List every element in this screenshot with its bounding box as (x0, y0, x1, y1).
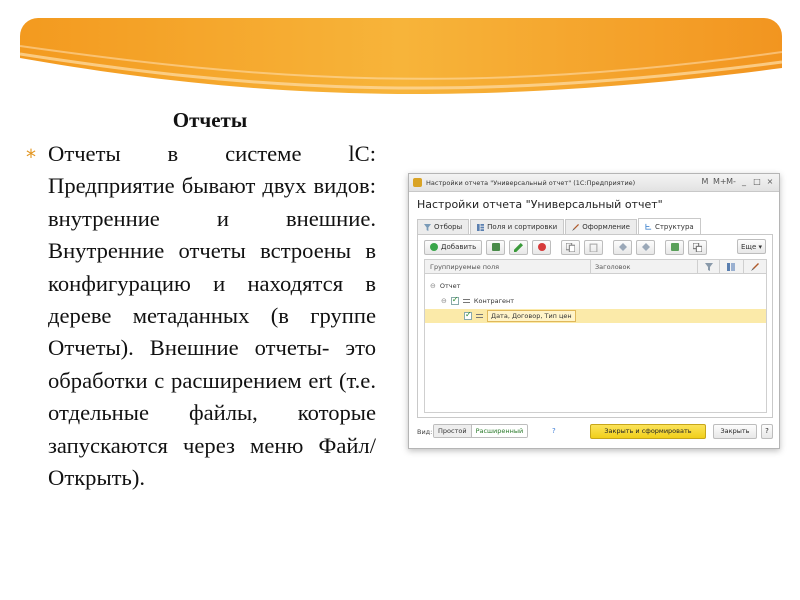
columns-icon (477, 223, 485, 231)
grouping-icon (462, 299, 470, 303)
add-button-label: Добавить (441, 243, 477, 251)
tab-fields-sorting[interactable]: Поля и сортировки (470, 219, 565, 234)
move-down-button[interactable] (636, 239, 656, 255)
tab-structure[interactable]: Структура (637, 218, 701, 234)
collapse-toggle-icon[interactable]: ⊖ (441, 297, 447, 305)
group-button[interactable] (486, 239, 506, 255)
col-heading-header[interactable]: Заголовок (595, 263, 630, 271)
edit-button[interactable] (509, 239, 529, 255)
tab-appearance[interactable]: Оформление (565, 219, 637, 234)
paste-button[interactable] (584, 239, 604, 255)
row-checkbox[interactable] (464, 310, 472, 320)
window-titlebar: Настройки отчета "Универсальный отчет" (… (409, 174, 779, 192)
maximize-icon[interactable]: □ (752, 177, 762, 187)
tab-filters[interactable]: Отборы (417, 219, 470, 234)
delete-button[interactable] (532, 239, 552, 255)
structure-toolbar: Добавить (424, 239, 708, 255)
col-grouping-header[interactable]: Группируемые поля (430, 263, 499, 271)
collapse-toggle-icon[interactable]: ⊖ (430, 282, 436, 290)
pencil-icon (514, 242, 524, 252)
col-divider (719, 260, 720, 273)
delete-icon (537, 243, 546, 251)
tab-filters-label: Отборы (434, 223, 463, 231)
view-help-link[interactable]: ? (552, 427, 556, 435)
app-logo-icon (413, 178, 422, 187)
tree-row-fields[interactable]: Дата, Договор, Тип цен (425, 309, 766, 323)
expand-icon (670, 243, 679, 251)
tab-appearance-label: Оформление (582, 223, 630, 231)
add-button[interactable]: Добавить (424, 239, 483, 255)
header-banner (20, 18, 782, 104)
close-and-generate-button[interactable]: Закрыть и сформировать (590, 424, 706, 439)
structure-icon (645, 223, 652, 230)
col-divider (590, 260, 591, 273)
filter-icon[interactable] (705, 263, 713, 271)
report-settings-window: Настройки отчета "Универсальный отчет" (… (408, 173, 780, 449)
group-icon (491, 243, 500, 251)
view-label: Вид: (417, 428, 433, 436)
bullet-star-icon: * (26, 145, 36, 169)
row-checkbox[interactable] (450, 295, 459, 305)
collapse-button[interactable] (688, 239, 708, 255)
move-up-button[interactable] (613, 239, 633, 255)
memory-icon[interactable]: M (700, 177, 710, 187)
dialog-footer: Вид: Простой Расширенный ? Закрыть и сфо… (417, 424, 773, 440)
close-icon[interactable]: × (765, 177, 775, 187)
slide-body-text: Отчеты в системе lC: Предприятие бывают … (48, 141, 376, 491)
view-simple-option[interactable]: Простой (434, 425, 471, 437)
structure-grid: Группируемые поля Заголовок ⊖ Отчет ⊖ Ко… (424, 259, 767, 413)
tree-row-label: Отчет (439, 282, 461, 290)
brush-icon[interactable] (751, 263, 759, 271)
brush-icon (572, 223, 580, 231)
window-controls: M M+ M- _ □ × (700, 177, 775, 187)
col-divider (697, 260, 698, 273)
columns-icon[interactable] (727, 263, 735, 271)
tree-row-label: Дата, Договор, Тип цен (487, 310, 576, 322)
tab-structure-label: Структура (654, 222, 694, 231)
copy-button[interactable] (561, 239, 581, 255)
slide-title: Отчеты (172, 108, 248, 132)
tree-row-label: Контрагент (473, 297, 515, 305)
memory-plus-icon[interactable]: M+ (713, 177, 727, 187)
view-mode-switch: Простой Расширенный (433, 424, 529, 438)
diamond-down-icon (641, 243, 650, 251)
window-title: Настройки отчета "Универсальный отчет" (… (426, 179, 636, 187)
memory-minus-icon[interactable]: M- (726, 177, 736, 187)
add-icon (430, 243, 438, 251)
paste-icon (589, 243, 598, 252)
dialog-title: Настройки отчета "Универсальный отчет" (417, 198, 663, 211)
close-button[interactable]: Закрыть (713, 424, 757, 439)
filter-icon (424, 223, 431, 231)
collapse-icon (693, 242, 703, 252)
grouping-icon (476, 314, 483, 318)
more-button[interactable]: Еще ▾ (736, 239, 766, 254)
view-extended-option[interactable]: Расширенный (470, 425, 528, 437)
grid-header: Группируемые поля Заголовок (425, 260, 766, 274)
expand-button[interactable] (665, 239, 685, 255)
col-divider (743, 260, 744, 273)
tab-fields-sorting-label: Поля и сортировки (487, 223, 558, 231)
copy-icon (566, 242, 576, 252)
diamond-up-icon (618, 243, 627, 251)
structure-panel: Добавить Еще ▾ Группируемые поля Заголов… (417, 234, 773, 418)
help-button[interactable]: ? (761, 424, 773, 439)
tree-row-report[interactable]: ⊖ Отчет (425, 279, 766, 293)
settings-tabs: Отборы Поля и сортировки Оформление Стру… (417, 218, 702, 234)
tree-row-contractor[interactable]: ⊖ Контрагент (425, 294, 766, 308)
minimize-icon[interactable]: _ (739, 177, 749, 187)
